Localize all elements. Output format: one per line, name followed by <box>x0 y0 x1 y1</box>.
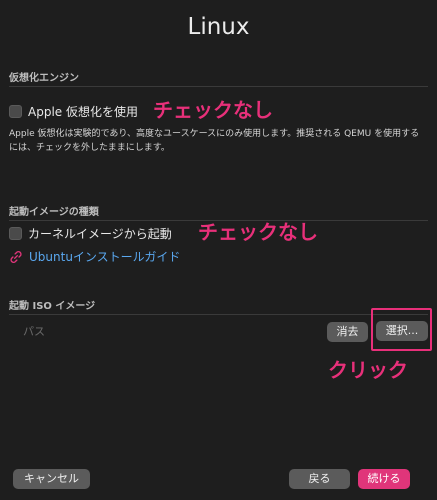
annotation-highlight-box <box>371 308 432 351</box>
iso-path-field[interactable]: パス <box>9 322 319 342</box>
kernel-image-label: カーネルイメージから起動 <box>28 227 172 241</box>
continue-button[interactable]: 続ける <box>358 469 410 489</box>
cancel-button[interactable]: キャンセル <box>13 469 90 489</box>
annotation-no-check-1: チェックなし <box>153 98 273 122</box>
back-button[interactable]: 戻る <box>289 469 350 489</box>
section-label-boot-iso: 起動 ISO イメージ <box>9 301 96 312</box>
clear-button[interactable]: 消去 <box>327 322 368 342</box>
kernel-image-checkbox[interactable] <box>9 227 22 240</box>
ubuntu-guide-label[interactable]: Ubuntuインストールガイド <box>29 248 180 265</box>
kernel-image-checkbox-row[interactable]: カーネルイメージから起動 <box>9 225 172 242</box>
window-title: Linux <box>187 14 250 40</box>
apple-virtualization-label: Apple 仮想化を使用 <box>28 105 138 119</box>
annotation-click: クリック <box>328 358 408 382</box>
ubuntu-guide-link[interactable]: Ubuntuインストールガイド <box>9 248 180 265</box>
link-icon <box>10 250 22 263</box>
divider <box>9 86 428 87</box>
apple-virtualization-checkbox[interactable] <box>9 105 22 118</box>
apple-virtualization-checkbox-row[interactable]: Apple 仮想化を使用 <box>9 103 138 120</box>
virtualization-description: Apple 仮想化は実験的であり、高度なユースケースにのみ使用します。推奨される… <box>9 129 420 153</box>
section-label-virtualization: 仮想化エンジン <box>9 73 79 84</box>
section-label-boot-image-type: 起動イメージの種類 <box>9 207 99 218</box>
divider <box>9 314 428 315</box>
annotation-no-check-2: チェックなし <box>198 220 318 244</box>
